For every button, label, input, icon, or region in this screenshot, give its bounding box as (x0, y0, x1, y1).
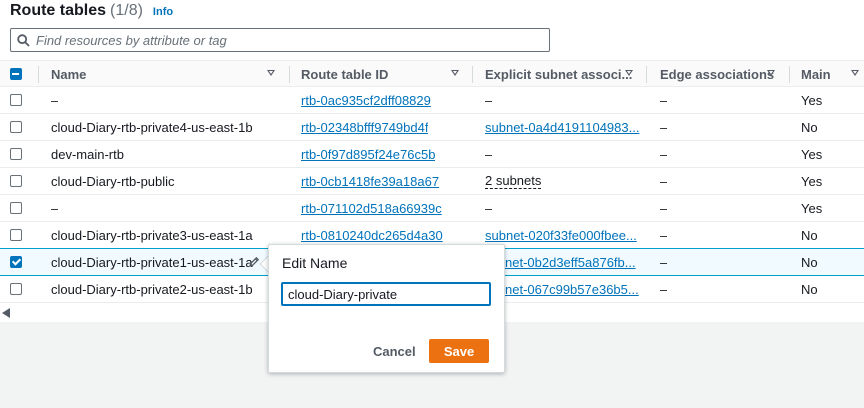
sort-caret-icon[interactable] (267, 70, 275, 76)
column-header-name[interactable]: Name (51, 61, 86, 88)
table-header: Name Route table ID Explicit subnet asso… (0, 60, 864, 87)
select-all-checkbox[interactable] (10, 68, 22, 80)
row-checkbox[interactable] (10, 148, 22, 160)
table-row[interactable]: cloud-Diary-rtb-public rtb-0cb1418fe39a1… (0, 168, 864, 195)
column-divider[interactable] (789, 66, 790, 83)
column-header-explicit-subnet[interactable]: Explicit subnet associ... (485, 61, 632, 88)
cell-main: Yes (801, 200, 823, 216)
scroll-left-icon[interactable] (2, 308, 10, 318)
cell-edge: – (660, 119, 668, 135)
cell-name: cloud-Diary-rtb-private3-us-east-1a (51, 227, 253, 243)
table-row[interactable]: cloud-Diary-rtb-private4-us-east-1b rtb-… (0, 114, 864, 141)
table-row[interactable]: dev-main-rtb rtb-0f97d895f24e76c5b – – Y… (0, 141, 864, 168)
selection-count: (1/8) (110, 2, 143, 19)
page-title: Route tables (10, 2, 107, 19)
sort-caret-icon[interactable] (451, 70, 459, 76)
column-divider[interactable] (646, 66, 647, 83)
table-row[interactable]: – rtb-071102d518a66939c – – Yes (0, 195, 864, 222)
column-divider (38, 66, 39, 83)
cell-edge: – (660, 146, 668, 162)
search-icon (17, 33, 30, 47)
subnet-link[interactable]: subnet-020f33fe000fbee... (485, 228, 637, 243)
pencil-icon[interactable] (248, 256, 260, 268)
row-checkbox[interactable] (10, 202, 22, 214)
column-divider[interactable] (289, 66, 290, 83)
cell-subnet: – (485, 92, 493, 108)
cell-main: No (801, 227, 818, 243)
panel-header: Route tables (1/8) Info (10, 2, 173, 22)
cell-edge: – (660, 227, 668, 243)
cell-main: No (801, 119, 818, 135)
subnet-link[interactable]: subnet-0a4d4191104983... (485, 120, 639, 135)
subnet-link[interactable]: net-0b2d3eff5a876fb... (505, 255, 636, 270)
cell-main: Yes (801, 173, 823, 189)
route-table-id-link[interactable]: rtb-02348bfff9749bd4f (301, 120, 428, 135)
column-header-main[interactable]: Main (801, 61, 831, 88)
search-input[interactable] (36, 32, 536, 48)
cell-edge: – (660, 173, 668, 189)
sort-caret-icon[interactable] (767, 70, 775, 76)
table-row[interactable]: – rtb-0ac935cf2dff08829 – – Yes (0, 87, 864, 114)
popover-title: Edit Name (282, 255, 348, 271)
subnets-popover-trigger[interactable]: 2 subnets (485, 173, 542, 189)
cell-main: Yes (801, 92, 823, 108)
row-checkbox[interactable] (10, 283, 22, 295)
info-link[interactable]: Info (153, 6, 173, 18)
route-table-id-link[interactable]: rtb-0cb1418fe39a18a67 (301, 174, 439, 189)
cell-name: cloud-Diary-rtb-private1-us-east-1a (51, 254, 253, 270)
row-checkbox[interactable] (10, 121, 22, 133)
cancel-button[interactable]: Cancel (367, 339, 422, 363)
route-table-id-link[interactable]: rtb-071102d518a66939c (301, 201, 442, 216)
cell-name: – (51, 92, 59, 108)
column-header-edge-associations[interactable]: Edge associations (660, 61, 774, 88)
edit-name-popover: Edit Name Cancel Save (268, 244, 505, 373)
cell-subnet: – (485, 200, 493, 216)
route-table-id-link[interactable]: rtb-0810240dc265d4a30 (301, 228, 443, 243)
subnet-link[interactable]: net-067c99b57e36b5... (505, 282, 639, 297)
row-checkbox[interactable] (10, 94, 22, 106)
cell-edge: – (660, 200, 668, 216)
route-table-id-link[interactable]: rtb-0f97d895f24e76c5b (301, 147, 435, 162)
cell-name: – (51, 200, 59, 216)
save-button[interactable]: Save (429, 339, 489, 363)
cell-main: Yes (801, 146, 823, 162)
sort-caret-icon[interactable] (625, 70, 633, 76)
row-checkbox[interactable] (10, 229, 22, 241)
cell-name: dev-main-rtb (51, 146, 124, 162)
cell-name: cloud-Diary-rtb-private2-us-east-1b (51, 281, 253, 297)
column-header-route-table-id[interactable]: Route table ID (301, 61, 388, 88)
cell-name: cloud-Diary-rtb-private4-us-east-1b (51, 119, 253, 135)
column-divider[interactable] (472, 66, 473, 83)
row-checkbox[interactable] (10, 175, 22, 187)
cell-main: No (801, 254, 818, 270)
search-box[interactable] (10, 28, 550, 52)
row-checkbox[interactable] (10, 256, 22, 268)
cell-edge: – (660, 281, 668, 297)
route-table-id-link[interactable]: rtb-0ac935cf2dff08829 (301, 93, 431, 108)
sort-caret-icon[interactable] (851, 70, 859, 76)
cell-main: No (801, 281, 818, 297)
cell-edge: – (660, 92, 668, 108)
cell-subnet: – (485, 146, 493, 162)
cell-name: cloud-Diary-rtb-public (51, 173, 175, 189)
name-input[interactable] (281, 282, 491, 306)
cell-edge: – (660, 254, 668, 270)
